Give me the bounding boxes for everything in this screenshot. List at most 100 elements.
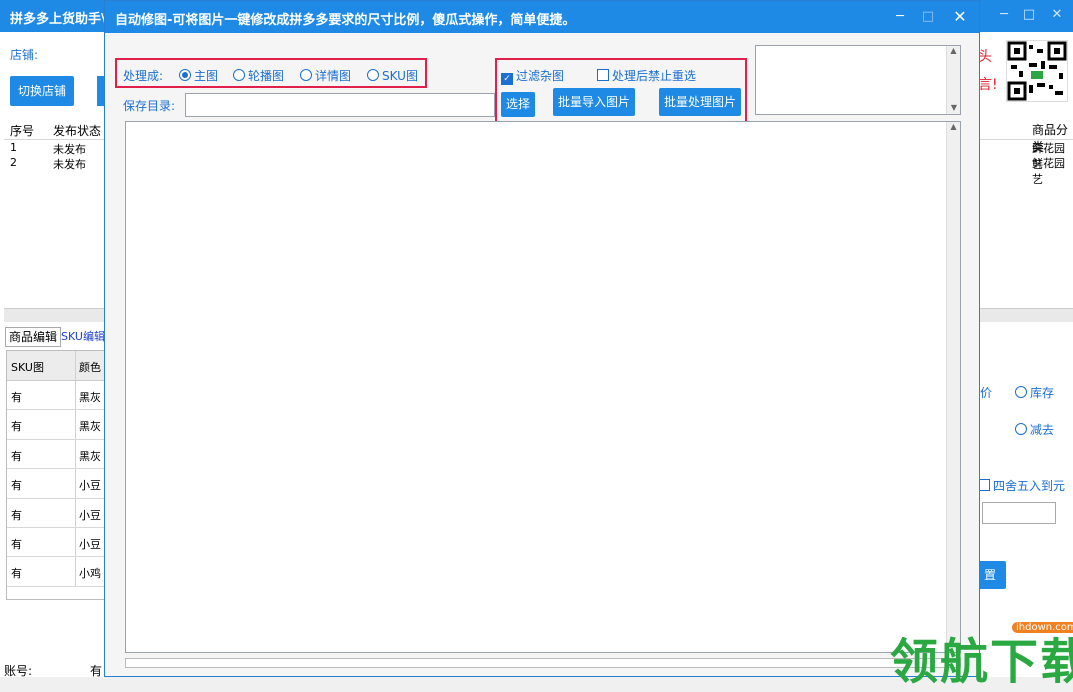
minimize-icon[interactable]: ─: [887, 6, 913, 28]
round-checkbox[interactable]: 四舍五入到元: [978, 477, 1065, 494]
dialog-title: 自动修图-可将图片一键修改成拼多多要求的尺寸比例，傻瓜式操作，简单便捷。: [115, 13, 576, 28]
grid-horizontal-scrollbar[interactable]: [980, 308, 1073, 322]
save-dir-label: 保存目录:: [123, 99, 176, 113]
scroll-down-icon[interactable]: ▼: [947, 103, 961, 112]
checkbox-icon: [597, 69, 609, 81]
cell-color: 黑灰: [79, 420, 101, 434]
qr-code-icon: [1006, 40, 1068, 102]
status-text: 有: [90, 664, 103, 678]
radio-label: 轮播图: [248, 69, 285, 83]
radio-detail-image[interactable]: 详情图: [300, 67, 351, 84]
auto-retouch-dialog: 自动修图-可将图片一键修改成拼多多要求的尺寸比例，傻瓜式操作，简单便捷。 ─ □…: [104, 0, 980, 677]
status-account: 账号:: [4, 664, 33, 678]
grid-horizontal-scrollbar[interactable]: [4, 308, 112, 322]
save-dir-input[interactable]: [185, 93, 495, 117]
cell-sku-image: 有: [11, 567, 22, 581]
table-row-index[interactable]: 1: [10, 141, 17, 156]
sku-grid: SKU图 颜色 有黑灰 有黑灰 有黑灰 有小豆 有小豆 有小豆 有小鸡: [6, 350, 106, 600]
cell-sku-image: 有: [11, 449, 22, 463]
table-row-status[interactable]: 未发布: [53, 156, 86, 171]
no-reselect-label: 处理后禁止重选: [612, 69, 697, 83]
store-label: 店铺:: [10, 48, 39, 62]
radio-icon: [233, 69, 245, 81]
column-divider: [75, 439, 76, 469]
cell-color: 小鸡: [79, 567, 101, 581]
radio-icon: [367, 69, 379, 81]
sku-grid-header: SKU图 颜色: [7, 351, 105, 381]
tab-product-edit[interactable]: 商品编辑: [5, 327, 61, 347]
value-input[interactable]: [982, 502, 1056, 524]
main-window-title: 拼多多上货助手\: [10, 12, 106, 27]
watermark-url: ihdown.com: [1012, 622, 1073, 633]
col-publish-status: 发布状态: [53, 124, 102, 138]
radio-icon: [300, 69, 312, 81]
process-type-label: 处理成:: [123, 69, 164, 83]
cell-color: 小豆: [79, 508, 101, 522]
column-divider: [75, 351, 76, 380]
notice-text: 头: [978, 49, 992, 65]
table-row[interactable]: 有 小豆: [7, 469, 105, 499]
table-row[interactable]: 有 小鸡: [7, 557, 105, 587]
column-divider: [75, 381, 76, 410]
scroll-up-icon[interactable]: ▲: [947, 46, 960, 55]
column-divider: [75, 498, 76, 527]
tab-sku-edit[interactable]: SKU编辑: [61, 327, 107, 347]
cell-color: 小豆: [79, 479, 101, 493]
column-divider: [75, 528, 76, 557]
log-textarea[interactable]: ▲ ▼: [755, 45, 961, 115]
image-list-area[interactable]: ▲: [125, 121, 961, 653]
table-row-index[interactable]: 2: [10, 156, 17, 171]
maximize-icon[interactable]: □: [915, 6, 941, 28]
cell-color: 小豆: [79, 538, 101, 551]
cell-sku-image: 有: [11, 420, 22, 434]
cell-sku-image: 有: [11, 391, 22, 404]
radio-sku-image[interactable]: SKU图: [367, 67, 418, 84]
column-divider: [75, 410, 76, 439]
col-sku-image: SKU图: [11, 361, 44, 374]
switch-store-button[interactable]: 切换店铺: [10, 76, 74, 106]
cell-category: 鲜花园艺: [1032, 157, 1065, 186]
price-label: 价: [980, 386, 993, 400]
scroll-up-icon[interactable]: ▲: [947, 122, 960, 131]
radio-label: 详情图: [315, 69, 352, 83]
minimize-icon[interactable]: ─: [992, 4, 1016, 26]
table-row[interactable]: 有 小豆: [7, 528, 105, 558]
col-color: 颜色: [79, 361, 101, 374]
radio-carousel-image[interactable]: 轮播图: [233, 67, 284, 84]
batch-process-button[interactable]: 批量处理图片: [659, 88, 741, 116]
maximize-icon[interactable]: □: [1017, 4, 1041, 26]
radio-selected-icon: [179, 69, 191, 81]
batch-import-button[interactable]: 批量导入图片: [553, 88, 635, 116]
stock-label: 库存: [1030, 386, 1055, 400]
reduce-label: 减去: [1030, 423, 1055, 437]
table-row-status[interactable]: 未发布: [53, 141, 86, 156]
column-divider: [75, 557, 76, 586]
round-label: 四舍五入到元: [993, 479, 1066, 493]
cell-sku-image: 有: [11, 479, 22, 493]
choose-dir-button[interactable]: 选择: [501, 92, 535, 117]
close-icon[interactable]: ✕: [1045, 4, 1069, 26]
radio-icon: [1015, 423, 1027, 435]
cell-sku-image: 有: [11, 508, 22, 522]
radio-label: SKU图: [382, 69, 418, 83]
vertical-scrollbar[interactable]: ▲: [946, 122, 960, 652]
notice-text: 言!: [978, 77, 998, 93]
reduce-radio[interactable]: 减去: [1015, 421, 1054, 438]
vertical-scrollbar[interactable]: ▲ ▼: [946, 46, 960, 114]
cell-color: 黑灰: [79, 449, 101, 463]
radio-main-image[interactable]: 主图: [179, 67, 218, 84]
table-row[interactable]: 有 黑灰: [7, 410, 105, 440]
table-row[interactable]: 有 黑灰: [7, 439, 105, 470]
table-row[interactable]: 有 黑灰: [7, 381, 105, 411]
table-row[interactable]: 有 小豆: [7, 498, 105, 528]
cell-sku-image: 有: [11, 538, 22, 551]
filter-misc-checkbox[interactable]: ✓ 过滤杂图: [501, 67, 564, 85]
filter-misc-label: 过滤杂图: [516, 69, 565, 83]
progress-bar: [125, 658, 961, 668]
stock-radio[interactable]: 库存: [1015, 384, 1054, 401]
close-icon[interactable]: ✕: [947, 6, 973, 28]
no-reselect-checkbox[interactable]: 处理后禁止重选: [597, 67, 696, 84]
column-divider: [75, 469, 76, 498]
radio-label: 主图: [194, 69, 219, 83]
cell-color: 黑灰: [79, 391, 101, 404]
